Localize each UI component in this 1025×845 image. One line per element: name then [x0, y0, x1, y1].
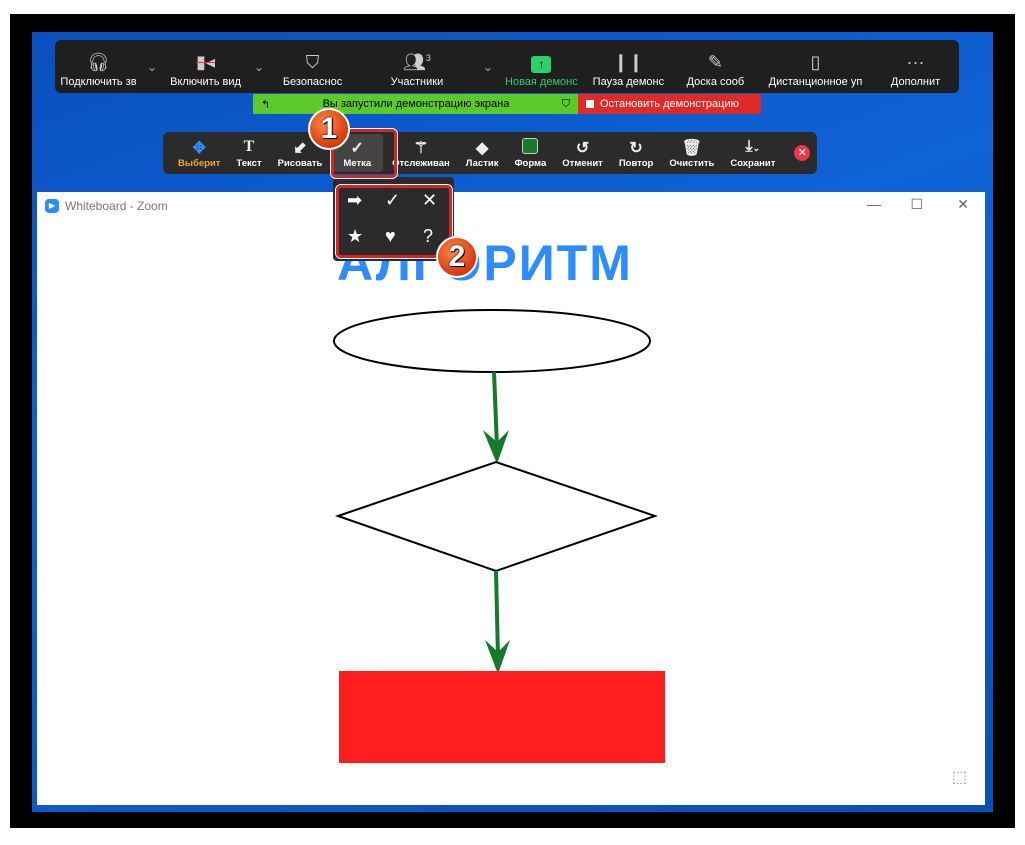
flowchart	[37, 192, 985, 805]
mouse-icon: ▯	[811, 52, 821, 76]
shield-icon: ⛉	[562, 98, 570, 111]
headphones-icon: 🎧︎	[87, 52, 110, 76]
arrow-icon: ↰	[261, 98, 270, 111]
label: Форма	[514, 158, 546, 169]
save-button[interactable]: ⤓⌄Сохранит	[723, 138, 782, 169]
save-icon: ⤓⌄	[746, 138, 761, 158]
process-rect	[339, 671, 665, 763]
stop-icon	[586, 100, 594, 108]
label: Пауза демонс	[593, 76, 664, 88]
text-icon: T	[244, 138, 255, 158]
label: Доска сооб	[687, 76, 745, 88]
trash-icon: 🗑︎	[682, 138, 702, 158]
meeting-toolbar: 🎧︎Подключить зв ⌄ ▮◂Включить вид ⌄ ⛉Безо…	[55, 40, 959, 93]
label: Участники	[391, 76, 444, 88]
label: Повтор	[619, 158, 653, 169]
label: Текст	[236, 158, 261, 169]
label: Безопаснос	[283, 76, 342, 88]
label: Включить вид	[170, 76, 241, 88]
more-button[interactable]: ···Дополнит	[872, 40, 959, 93]
whiteboard-toolbar: ✥Выберит TТекст ⬋Рисовать ✓Метка ⚚Отслеж…	[163, 132, 817, 174]
format-icon	[522, 138, 538, 158]
label: Подключить зв	[60, 76, 136, 88]
participants-button[interactable]: 👥︎3Участники	[356, 40, 478, 93]
label: Дистанционное уп	[769, 76, 863, 88]
video-chevron-icon[interactable]: ⌄	[249, 40, 269, 93]
move-icon: ✥	[193, 138, 206, 158]
label: Отменит	[562, 158, 603, 169]
audio-button[interactable]: 🎧︎Подключить зв	[55, 40, 142, 93]
format-tool[interactable]: Форма	[507, 138, 553, 169]
arrow-1	[494, 372, 497, 447]
stop-share-button[interactable]: Остановить демонстрацию	[578, 94, 761, 114]
remote-control-button[interactable]: ▯Дистанционное уп	[759, 40, 872, 93]
participants-chevron-icon[interactable]: ⌄	[478, 40, 498, 93]
security-button[interactable]: ⛉Безопаснос	[269, 40, 356, 93]
share-status-text: Вы запустили демонстрацию экрана	[323, 98, 510, 110]
participant-count: 3	[426, 53, 431, 63]
label: Новая демонс	[505, 76, 578, 88]
video-off-icon: ▮◂	[196, 52, 215, 76]
resize-icon[interactable]: ⬚	[952, 767, 967, 787]
pause-share-button[interactable]: ❙❙Пауза демонс	[585, 40, 672, 93]
shield-icon: ⛉	[306, 52, 320, 76]
clear-button[interactable]: 🗑︎Очистить	[662, 138, 721, 169]
decision-diamond	[338, 462, 655, 571]
start-ellipse	[334, 310, 650, 372]
undo-button[interactable]: ↺Отменит	[555, 138, 610, 169]
spotlight-icon: ⚚	[414, 138, 428, 158]
redo-icon: ↻	[629, 138, 642, 158]
video-button[interactable]: ▮◂Включить вид	[162, 40, 249, 93]
new-share-button[interactable]: ↑Новая демонс	[498, 40, 585, 93]
label: Сохранит	[730, 158, 775, 169]
label: Ластик	[466, 158, 499, 169]
select-tool[interactable]: ✥Выберит	[171, 138, 227, 169]
close-toolbar-icon[interactable]: ✕	[794, 145, 810, 161]
pause-icon: ❙❙	[613, 52, 643, 76]
highlight-stamp-options	[336, 185, 452, 258]
eraser-icon: ◆	[476, 138, 488, 158]
callout-badge-1: 1	[308, 108, 350, 150]
share-screen-icon: ↑	[531, 52, 551, 76]
label: Дополнит	[891, 76, 940, 88]
more-icon: ···	[907, 52, 925, 76]
callout-badge-2: 2	[436, 236, 478, 278]
undo-icon: ↺	[576, 138, 589, 158]
eraser-tool[interactable]: ◆Ластик	[459, 138, 506, 169]
label: Очистить	[669, 158, 714, 169]
label: Остановить демонстрацию	[600, 98, 739, 110]
participants-icon: 👥︎3	[403, 52, 431, 76]
label: Выберит	[178, 158, 220, 169]
audio-chevron-icon[interactable]: ⌄	[142, 40, 162, 93]
label: Отслеживан	[392, 158, 450, 169]
label: Рисовать	[278, 158, 323, 169]
text-tool[interactable]: TТекст	[229, 138, 268, 169]
redo-button[interactable]: ↻Повтор	[612, 138, 660, 169]
draw-icon: ⬋	[293, 138, 306, 158]
whiteboard-button[interactable]: ✎Доска сооб	[672, 40, 759, 93]
whiteboard-window: ▶Whiteboard - Zoom — ☐ ✕ АЛГОРИТМ ⬚	[37, 192, 985, 805]
arrow-2	[496, 571, 498, 658]
pencil-icon: ✎	[708, 52, 723, 76]
